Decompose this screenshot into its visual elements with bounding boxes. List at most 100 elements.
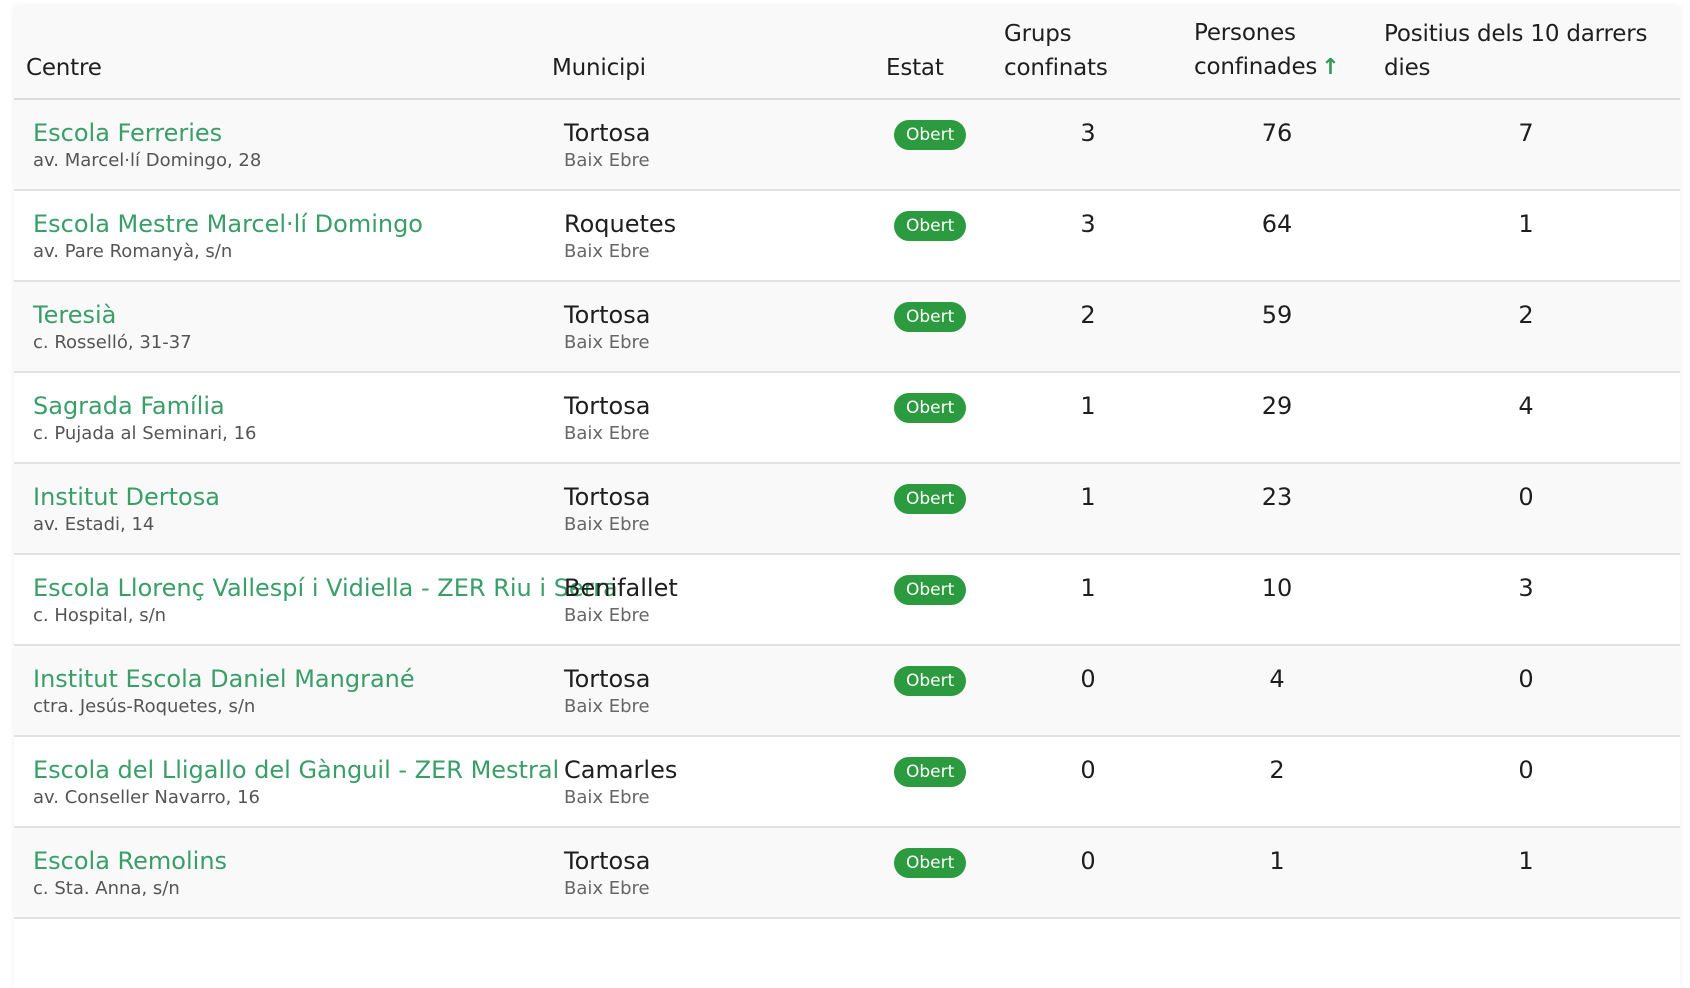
status-badge: Obert [894,757,967,787]
centre-cell: Teresià c. Rosselló, 31-37 [14,281,540,372]
comarca-name: Baix Ebre [564,605,650,626]
grups-confinats-value: 1 [1080,574,1096,602]
column-header-positius-label: Positius dels 10 darrers dies [1384,21,1648,81]
municipi-cell: Roquetes Baix Ebre [540,190,874,281]
centre-link[interactable]: Escola del Lligallo del Gànguil - ZER Me… [33,755,559,785]
centre-link[interactable]: Teresià [33,300,539,330]
comarca-name: Baix Ebre [564,696,650,717]
estat-cell: Obert [874,190,994,281]
table-row: Escola Llorenç Vallespí i Vidiella - ZER… [14,554,1680,645]
persones-confinades-value: 4 [1269,665,1285,693]
header-row: Centre Municipi Estat Grups confinats Pe… [14,6,1680,100]
column-header-municipi[interactable]: Municipi [540,6,874,100]
estat-cell: Obert [874,372,994,463]
column-header-centre[interactable]: Centre [14,6,540,100]
status-badge: Obert [894,575,967,605]
positius-value: 4 [1518,392,1534,420]
municipi-cell: Camarles Baix Ebre [540,736,874,827]
comarca-name: Baix Ebre [564,150,650,171]
grups-confinats-value: 1 [1080,483,1096,511]
centre-cell: Escola del Lligallo del Gànguil - ZER Me… [14,736,559,827]
persones-confinades-value: 10 [1261,574,1293,602]
municipi-name: Tortosa [564,483,651,511]
grups-confinats-value: 2 [1080,301,1096,329]
table-row: Institut Escola Daniel Mangrané ctra. Je… [14,645,1680,736]
table-row: Escola Mestre Marcel·lí Domingo av. Pare… [14,190,1680,281]
comarca-name: Baix Ebre [564,423,650,444]
positius-value: 2 [1518,301,1534,329]
centre-link[interactable]: Escola Llorenç Vallespí i Vidiella - ZER… [33,573,618,603]
comarca-name: Baix Ebre [564,787,650,808]
column-header-positius[interactable]: Positius dels 10 darrers dies [1372,6,1680,100]
municipi-cell: Tortosa Baix Ebre [540,645,874,736]
centre-address: av. Marcel·lí Domingo, 28 [33,150,262,171]
positius-value: 3 [1518,574,1534,602]
status-badge: Obert [894,302,967,332]
status-badge: Obert [894,848,967,878]
municipi-name: Tortosa [564,665,651,693]
centre-link[interactable]: Institut Escola Daniel Mangrané [33,664,539,694]
municipi-cell: Tortosa Baix Ebre [540,281,874,372]
grups-confinats-value: 0 [1080,847,1096,875]
grups-confinats-value: 0 [1080,756,1096,784]
grups-confinats-value: 3 [1080,119,1096,147]
municipi-name: Tortosa [564,847,651,875]
persones-confinades-value: 64 [1261,210,1293,238]
municipi-name: Benifallet [564,574,678,602]
table-body: Escola Ferreries av. Marcel·lí Domingo, … [14,99,1680,918]
centre-cell: Institut Dertosa av. Estadi, 14 [14,463,540,554]
centre-cell: Escola Remolins c. Sta. Anna, s/n [14,827,540,918]
centre-cell: Escola Mestre Marcel·lí Domingo av. Pare… [14,190,540,281]
status-badge: Obert [894,666,967,696]
municipi-cell: Tortosa Baix Ebre [540,99,874,190]
table-header: Centre Municipi Estat Grups confinats Pe… [14,6,1680,100]
grups-confinats-value: 3 [1080,210,1096,238]
centre-address: av. Pare Romanyà, s/n [33,241,233,262]
centre-link[interactable]: Sagrada Família [33,391,539,421]
positius-value: 0 [1518,665,1534,693]
centre-address: c. Sta. Anna, s/n [33,878,180,899]
centre-link[interactable]: Escola Mestre Marcel·lí Domingo [33,209,539,239]
centre-address: av. Conseller Navarro, 16 [33,787,260,808]
column-header-estat[interactable]: Estat [874,6,994,100]
column-header-persones-label: Persones confinades [1194,20,1318,80]
estat-cell: Obert [874,645,994,736]
table-row: Institut Dertosa av. Estadi, 14 Tortosa … [14,463,1680,554]
table-row: Escola del Lligallo del Gànguil - ZER Me… [14,736,1680,827]
municipi-name: Tortosa [564,301,651,329]
centre-link[interactable]: Institut Dertosa [33,482,539,512]
centre-address: ctra. Jesús-Roquetes, s/n [33,696,256,717]
positius-value: 7 [1518,119,1534,147]
positius-value: 0 [1518,483,1534,511]
centre-link[interactable]: Escola Remolins [33,846,539,876]
persones-confinades-value: 2 [1269,756,1285,784]
table-row: Escola Ferreries av. Marcel·lí Domingo, … [14,99,1680,190]
comarca-name: Baix Ebre [564,878,650,899]
grups-confinats-value: 1 [1080,392,1096,420]
centre-address: c. Rosselló, 31-37 [33,332,192,353]
centre-link[interactable]: Escola Ferreries [33,118,539,148]
centres-table: Centre Municipi Estat Grups confinats Pe… [14,6,1680,919]
grups-confinats-value: 0 [1080,665,1096,693]
municipi-name: Tortosa [564,119,651,147]
positius-value: 1 [1518,847,1534,875]
centre-cell: Escola Ferreries av. Marcel·lí Domingo, … [14,99,540,190]
centre-address: av. Estadi, 14 [33,514,155,535]
persones-confinades-value: 1 [1269,847,1285,875]
municipi-name: Roquetes [564,210,677,238]
table-row: Sagrada Família c. Pujada al Seminari, 1… [14,372,1680,463]
column-header-grups-confinats[interactable]: Grups confinats [994,6,1182,100]
positius-value: 1 [1518,210,1534,238]
status-badge: Obert [894,393,967,423]
comarca-name: Baix Ebre [564,241,650,262]
centre-cell: Institut Escola Daniel Mangrané ctra. Je… [14,645,540,736]
column-header-persones-confinades[interactable]: Persones confinades ↑ [1182,6,1372,100]
estat-cell: Obert [874,736,994,827]
status-badge: Obert [894,484,967,514]
municipi-cell: Benifallet Baix Ebre [540,554,874,645]
centre-cell: Sagrada Família c. Pujada al Seminari, 1… [14,372,540,463]
persones-confinades-value: 76 [1261,119,1293,147]
status-badge: Obert [894,120,967,150]
municipi-cell: Tortosa Baix Ebre [540,372,874,463]
column-header-grups-label: Grups confinats [1004,21,1108,81]
